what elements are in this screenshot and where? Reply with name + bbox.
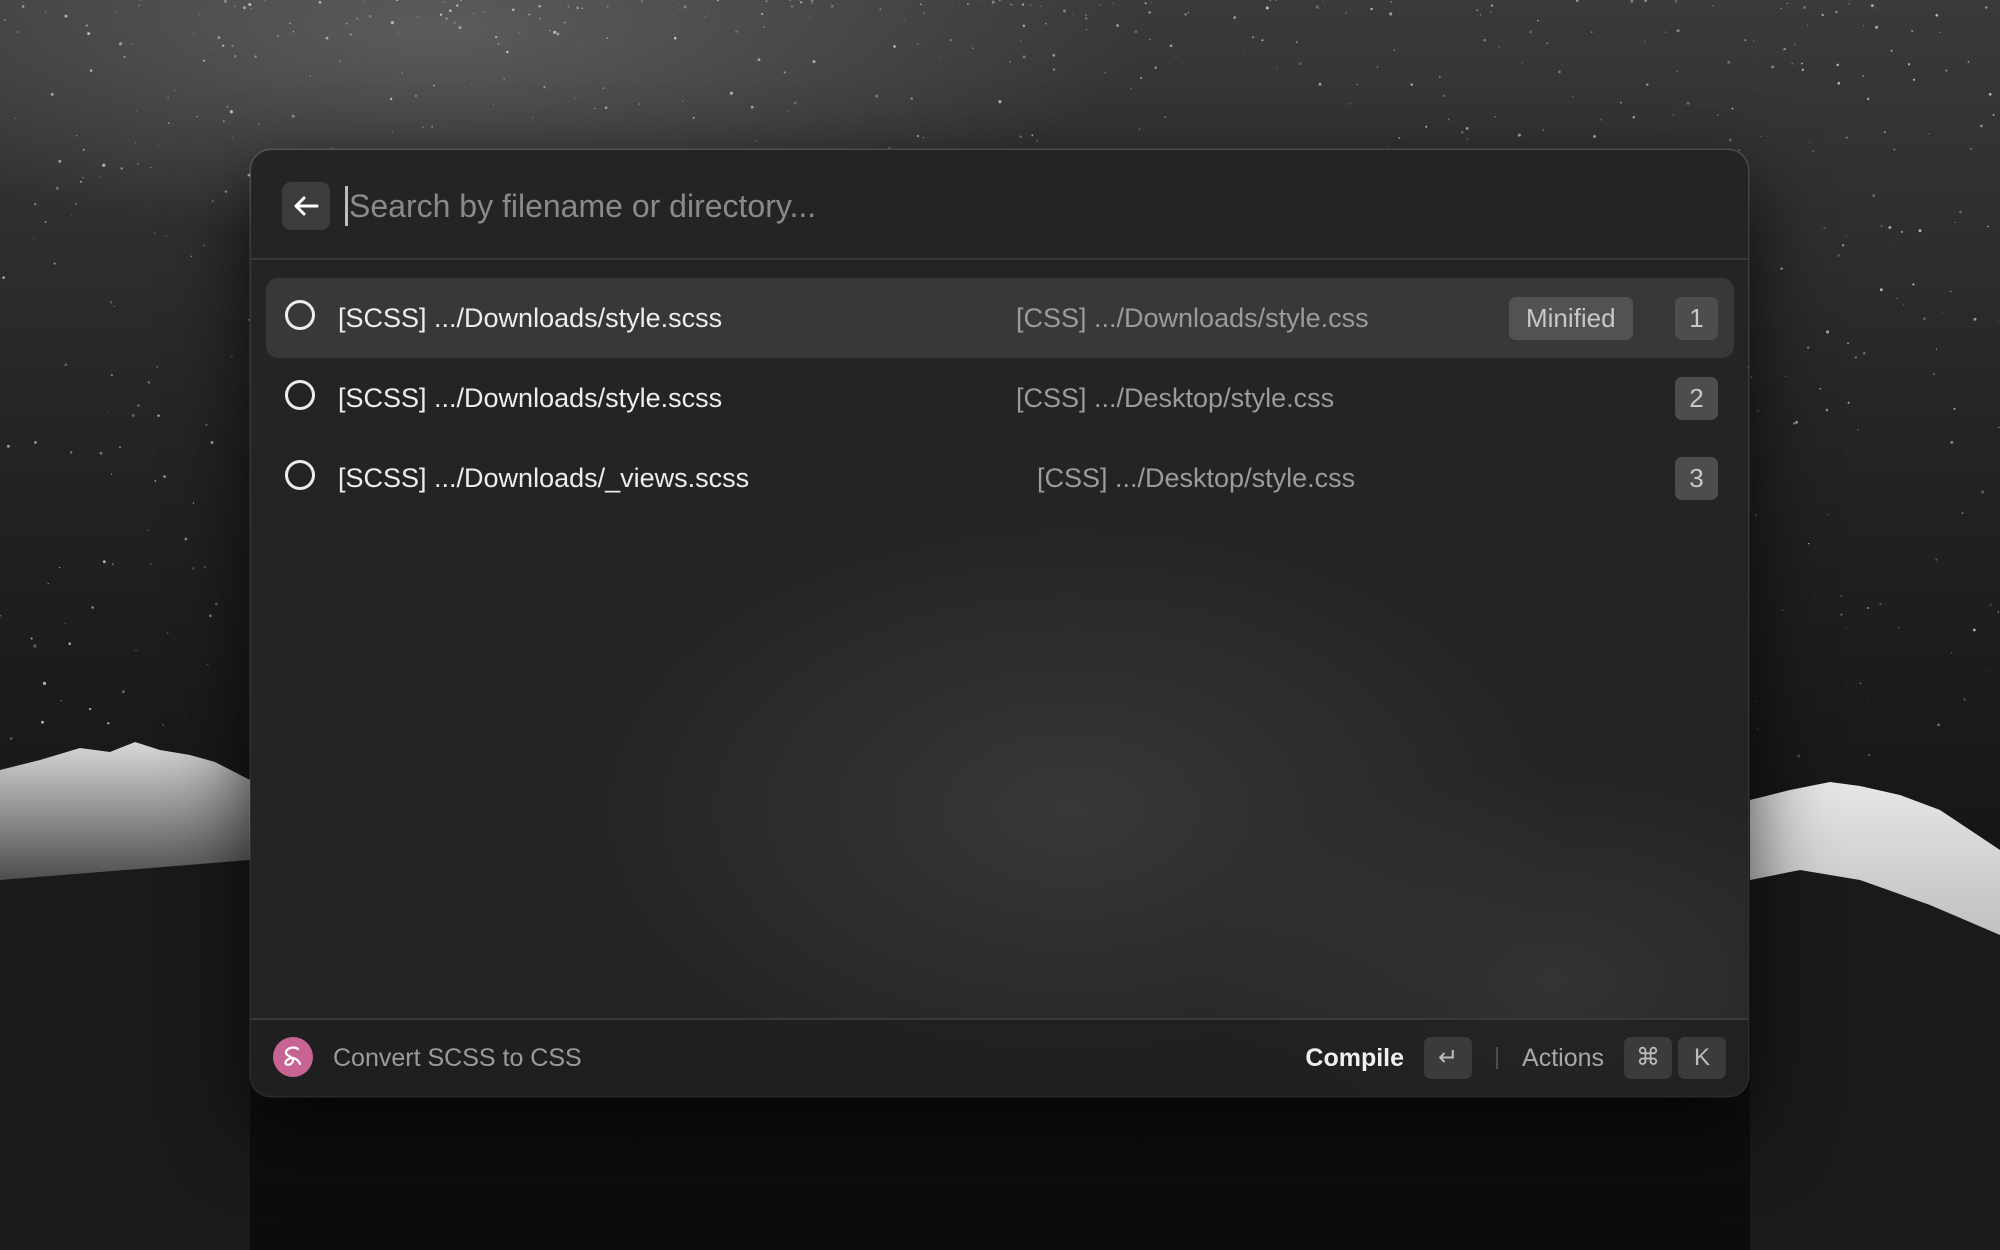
list-item[interactable]: [SCSS] .../Downloads/_views.scss [CSS] .…: [266, 438, 1734, 518]
command-key-icon: ⌘: [1624, 1037, 1672, 1079]
sass-logo-icon: [273, 1037, 313, 1077]
item-title: [SCSS] .../Downloads/_views.scss: [338, 463, 750, 493]
search-input[interactable]: [345, 180, 1699, 232]
item-title: [SCSS] .../Downloads/style.scss: [338, 383, 723, 413]
divider: [1496, 1047, 1499, 1069]
circle-icon: [285, 380, 315, 410]
item-title: [SCSS] .../Downloads/style.scss: [338, 303, 723, 333]
list-item[interactable]: [SCSS] .../Downloads/style.scss [CSS] ..…: [266, 278, 1734, 358]
item-subtitle: [CSS] .../Desktop/style.css: [1016, 383, 1335, 413]
minified-tag: Minified: [1509, 297, 1633, 340]
footer-actions: Compile ↵ Actions ⌘ K: [1305, 1037, 1726, 1079]
extension-title: Convert SCSS to CSS: [333, 1044, 582, 1072]
shortcut-badge: 2: [1675, 377, 1718, 420]
compile-button[interactable]: Compile: [1305, 1044, 1404, 1073]
actions-button[interactable]: Actions: [1522, 1044, 1604, 1073]
shortcut-badge: 1: [1675, 297, 1718, 340]
arrow-left-icon: [294, 196, 319, 216]
list-item[interactable]: [SCSS] .../Downloads/style.scss [CSS] ..…: [266, 358, 1734, 438]
circle-icon: [285, 300, 315, 330]
results-list: [SCSS] .../Downloads/style.scss [CSS] ..…: [266, 278, 1734, 518]
back-button[interactable]: [282, 182, 330, 230]
item-subtitle: [CSS] .../Desktop/style.css: [1037, 463, 1356, 493]
return-key-icon: ↵: [1424, 1037, 1473, 1079]
circle-icon: [285, 460, 315, 490]
search-bar: [251, 150, 1748, 260]
action-bar: Convert SCSS to CSS Compile ↵ Actions ⌘ …: [251, 1018, 1748, 1096]
sass-glyph-icon: [284, 1046, 302, 1066]
shortcut-badge: 3: [1675, 457, 1718, 500]
item-subtitle: [CSS] .../Downloads/style.css: [1016, 303, 1369, 333]
command-palette-window: [SCSS] .../Downloads/style.scss [CSS] ..…: [251, 150, 1748, 1096]
k-key: K: [1678, 1037, 1726, 1079]
